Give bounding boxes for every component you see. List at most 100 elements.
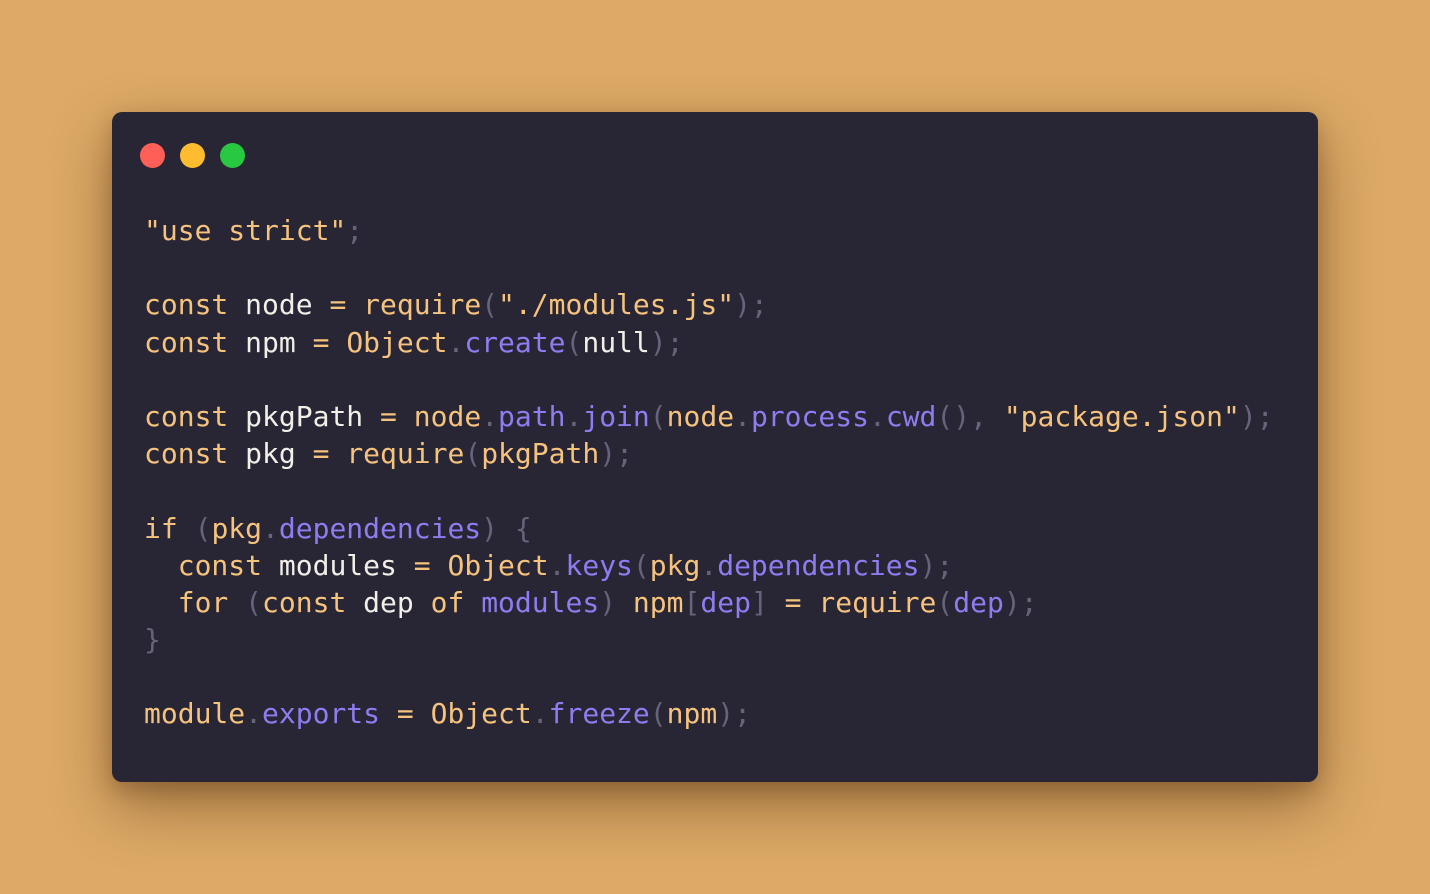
comma: , (970, 399, 987, 433)
method-name: cwd (885, 399, 937, 433)
identifier: npm (245, 325, 296, 359)
code-line-1: "use strict"; (144, 212, 1274, 249)
paren-open: ( (632, 548, 650, 582)
paren-close: ) (734, 288, 751, 322)
operator: = (380, 399, 397, 433)
keyword: const (144, 437, 229, 471)
paren-close: ) (481, 511, 499, 545)
identifier: modules (278, 548, 397, 582)
string-literal: "use strict" (144, 214, 347, 247)
code-line-11: for (const dep of modules) npm[dep] = re… (144, 584, 1274, 621)
object-name: pkg (211, 511, 263, 545)
keyword: const (262, 585, 347, 619)
dot: . (868, 399, 886, 433)
function-name: require (818, 585, 937, 619)
argument: null (582, 325, 650, 359)
close-window-button[interactable] (140, 143, 165, 168)
brace-close: } (144, 623, 161, 657)
argument: dep (953, 585, 1004, 619)
paren-close: ) (919, 548, 937, 582)
index-key: dep (700, 585, 751, 619)
bracket-close: ] (750, 585, 768, 619)
object-name: Object (346, 325, 448, 359)
identifier: pkg (245, 437, 296, 471)
keyword: const (177, 548, 263, 582)
operator: = (312, 325, 330, 359)
paren-close: ) (1003, 585, 1021, 619)
argument: pkgPath (481, 437, 600, 471)
dot: . (447, 325, 465, 359)
semicolon: ; (1256, 399, 1274, 433)
paren-close: ) (599, 585, 617, 619)
dot: . (734, 399, 751, 433)
operator: = (413, 548, 431, 582)
paren-open: ( (936, 585, 954, 619)
code-line-7: const pkg = require(pkgPath); (144, 435, 1274, 472)
identifier: pkgPath (245, 399, 364, 433)
code-block: "use strict"; const node = require("./mod… (144, 212, 1274, 733)
code-line-14: module.exports = Object.freeze(npm); (144, 695, 1274, 732)
semicolon: ; (734, 697, 751, 731)
object-name: node (413, 399, 482, 433)
argument: npm (666, 697, 718, 731)
property-name: exports (262, 697, 381, 731)
paren-open: ( (481, 288, 499, 322)
dot: . (481, 399, 499, 433)
object-name: node (666, 399, 735, 433)
paren-open: ( (464, 437, 482, 471)
paren-open: ( (649, 399, 667, 433)
property-name: dependencies (717, 548, 920, 582)
semicolon: ; (1020, 585, 1038, 619)
semicolon: ; (346, 214, 364, 247)
method-name: join (582, 399, 650, 433)
dot: . (245, 697, 263, 731)
property-name: path (498, 399, 566, 433)
dot: . (262, 511, 279, 545)
semicolon: ; (936, 548, 954, 582)
window-controls (140, 143, 245, 168)
argument: pkg (649, 548, 701, 582)
maximize-window-button[interactable] (220, 143, 245, 168)
identifier: dep (363, 585, 414, 619)
keyword: of (430, 585, 465, 619)
code-line-12: } (144, 621, 1274, 658)
code-line-6: const pkgPath = node.path.join(node.proc… (144, 398, 1274, 435)
code-line-4: const npm = Object.create(null); (144, 324, 1274, 361)
paren-close: ) (649, 325, 667, 359)
paren-open: ( (194, 511, 212, 545)
dot: . (531, 697, 549, 731)
paren-close: ) (717, 697, 735, 731)
semicolon: ; (616, 437, 633, 471)
object-name: npm (632, 585, 684, 619)
method-name: keys (565, 548, 633, 582)
keyword: if (144, 511, 178, 545)
bracket-open: [ (683, 585, 701, 619)
method-name: create (464, 325, 566, 359)
object-name: module (144, 697, 246, 731)
object-name: Object (430, 697, 532, 731)
dot: . (565, 399, 583, 433)
paren-open: ( (649, 697, 667, 731)
semicolon: ; (666, 325, 684, 359)
function-name: require (346, 437, 465, 471)
code-line-10: const modules = Object.keys(pkg.dependen… (144, 547, 1274, 584)
keyword: const (144, 325, 229, 359)
string-literal: "./modules.js" (498, 288, 735, 322)
dot: . (548, 548, 566, 582)
operator: = (312, 437, 330, 471)
code-line-3: const node = require("./modules.js"); (144, 286, 1274, 323)
property-name: dependencies (278, 511, 482, 545)
keyword: const (144, 399, 229, 433)
brace-open: { (514, 511, 532, 545)
dot: . (700, 548, 718, 582)
minimize-window-button[interactable] (180, 143, 205, 168)
paren-close: ) (599, 437, 617, 471)
operator: = (329, 288, 347, 322)
semicolon: ; (750, 288, 768, 322)
identifier: node (245, 288, 313, 322)
